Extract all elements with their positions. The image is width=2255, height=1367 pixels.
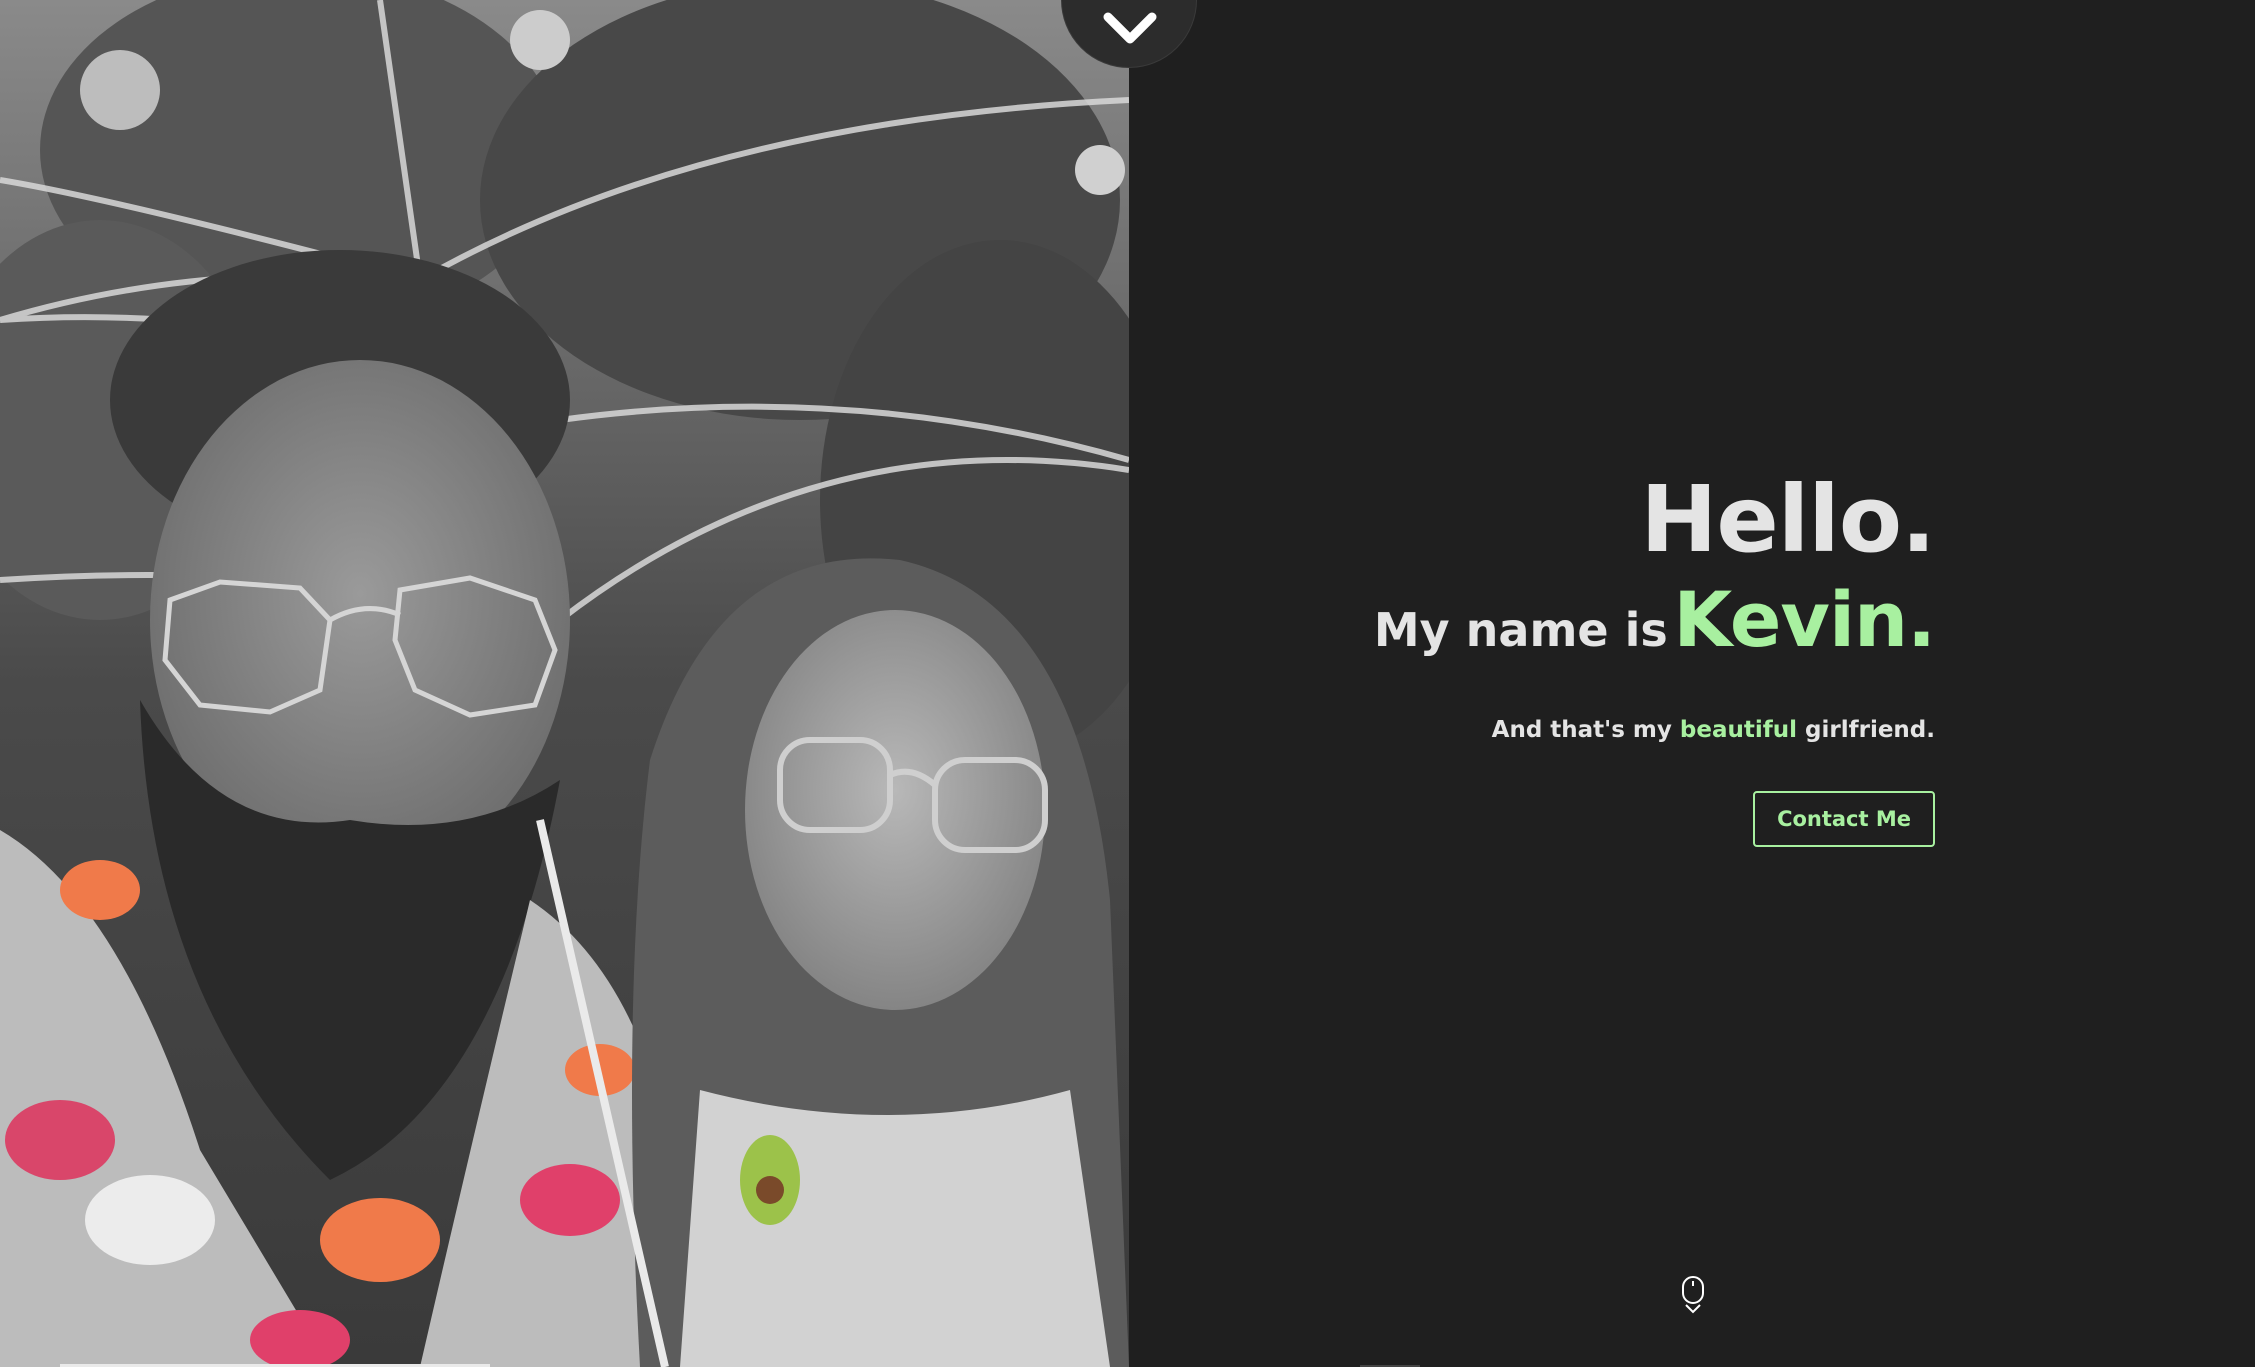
subtitle-after: girlfriend. xyxy=(1805,717,1935,743)
subtitle: And that's my beautiful girlfriend. xyxy=(1374,717,1935,743)
profile-photo xyxy=(0,0,1129,1367)
subtitle-before: And that's my xyxy=(1491,717,1672,743)
chevron-down-icon xyxy=(1103,12,1157,44)
mouse-icon[interactable] xyxy=(1680,1275,1706,1319)
name-value: Kevin. xyxy=(1673,575,1936,664)
subtitle-highlight: beautiful xyxy=(1679,717,1797,743)
photo-illustration xyxy=(0,0,1129,1367)
hero-section: Hello. My name is Kevin. And that's my b… xyxy=(1373,466,1936,847)
greeting-heading: Hello. xyxy=(1640,466,1936,573)
page: Hello. My name is Kevin. And that's my b… xyxy=(0,0,2255,1367)
name-prefix: My name is xyxy=(1373,603,1668,657)
contact-me-button[interactable]: Contact Me xyxy=(1753,791,1935,847)
name-heading: My name is Kevin. xyxy=(1373,574,1936,687)
